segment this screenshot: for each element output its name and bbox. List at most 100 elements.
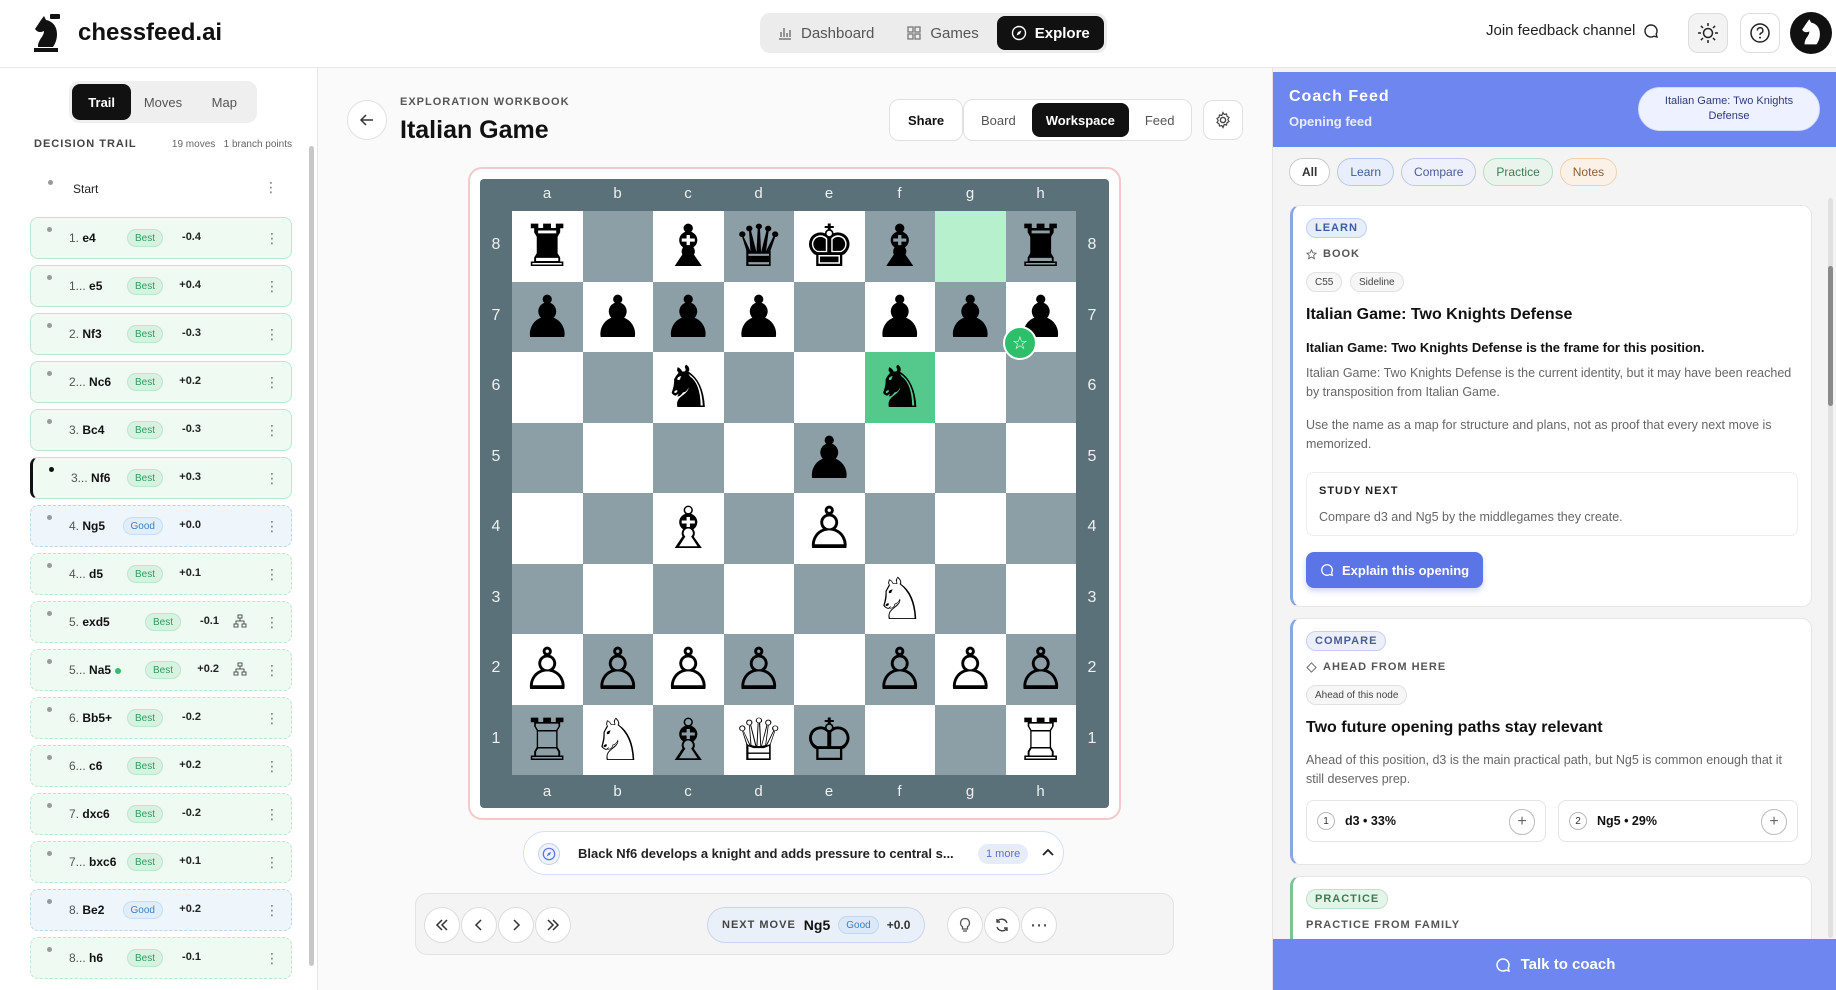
- tab-map[interactable]: Map: [195, 84, 254, 120]
- black-pawn-icon[interactable]: ♟: [724, 282, 795, 353]
- black-rook-icon[interactable]: ♜: [512, 211, 583, 282]
- trail-move-item[interactable]: 3. Bc4 Best -0.3 ⋮: [30, 409, 292, 451]
- more-vertical-icon[interactable]: ⋮: [265, 567, 279, 581]
- trail-move-item[interactable]: 4. Ng5 Good +0.0 ⋮: [30, 505, 292, 547]
- more-vertical-icon[interactable]: ⋮: [265, 903, 279, 917]
- square-b8[interactable]: [582, 211, 653, 282]
- square-e3[interactable]: [794, 563, 865, 634]
- first-move-button[interactable]: [424, 907, 460, 943]
- hint-button[interactable]: [947, 907, 983, 943]
- logo[interactable]: chessfeed.ai: [28, 12, 222, 54]
- last-move-button[interactable]: [535, 907, 571, 943]
- talk-to-coach-button[interactable]: Talk to coach: [1273, 939, 1836, 990]
- black-rook-icon[interactable]: ♜: [1006, 211, 1077, 282]
- join-feedback-link[interactable]: Join feedback channel: [1486, 22, 1659, 39]
- help-button[interactable]: [1740, 13, 1780, 53]
- square-b4[interactable]: [582, 493, 653, 564]
- trail-move-item[interactable]: 2. Nf3 Best -0.3 ⋮: [30, 313, 292, 355]
- tab-board[interactable]: Board: [967, 103, 1030, 137]
- next-move-button[interactable]: [498, 907, 534, 943]
- black-pawn-icon[interactable]: ♟: [865, 282, 936, 353]
- trail-start[interactable]: Start ⋮: [30, 168, 292, 208]
- trail-move-item[interactable]: 6. Bb5+ Best -0.2 ⋮: [30, 697, 292, 739]
- square-a5[interactable]: [512, 422, 583, 493]
- square-a3[interactable]: [512, 563, 583, 634]
- more-vertical-icon[interactable]: ⋮: [265, 663, 279, 677]
- right-scrollbar[interactable]: [1828, 198, 1833, 938]
- tab-workspace[interactable]: Workspace: [1031, 103, 1129, 137]
- square-h6[interactable]: [1005, 352, 1076, 423]
- right-scrollbar-thumb[interactable]: [1828, 266, 1833, 406]
- more-vertical-icon[interactable]: ⋮: [265, 327, 279, 341]
- flip-board-button[interactable]: [984, 907, 1020, 943]
- share-button[interactable]: Share: [889, 99, 964, 141]
- square-e2[interactable]: [794, 634, 865, 705]
- more-vertical-icon[interactable]: ⋮: [265, 471, 279, 485]
- more-vertical-icon[interactable]: ⋮: [265, 951, 279, 965]
- trail-move-item[interactable]: 3... Nf6 Best +0.3 ⋮: [30, 457, 292, 499]
- more-options-button[interactable]: ⋯: [1021, 907, 1057, 943]
- black-pawn-icon[interactable]: ♟: [583, 282, 654, 353]
- settings-button[interactable]: [1203, 100, 1243, 140]
- white-knight-icon[interactable]: ♘: [583, 705, 654, 776]
- square-b3[interactable]: [582, 563, 653, 634]
- next-move-pill[interactable]: NEXT MOVE Ng5 Good +0.0: [707, 907, 926, 943]
- more-vertical-icon[interactable]: ⋮: [265, 423, 279, 437]
- trail-move-item[interactable]: 2... Nc6 Best +0.2 ⋮: [30, 361, 292, 403]
- tab-feed[interactable]: Feed: [1131, 103, 1189, 137]
- black-knight-icon[interactable]: ♞: [865, 352, 936, 423]
- more-vertical-icon[interactable]: ⋮: [265, 807, 279, 821]
- left-scrollbar[interactable]: [309, 146, 314, 966]
- square-h5[interactable]: [1005, 422, 1076, 493]
- trail-move-item[interactable]: 1... e5 Best +0.4 ⋮: [30, 265, 292, 307]
- black-pawn-icon[interactable]: ♟: [512, 282, 583, 353]
- path-option[interactable]: 2 Ng5 • 29% +: [1558, 800, 1798, 842]
- chevron-up-icon[interactable]: [1040, 845, 1056, 861]
- white-pawn-icon[interactable]: ♙: [653, 634, 724, 705]
- trail-move-item[interactable]: 1. e4 Best -0.4 ⋮: [30, 217, 292, 259]
- more-vertical-icon[interactable]: ⋮: [265, 711, 279, 725]
- tab-moves[interactable]: Moves: [133, 84, 192, 120]
- filter-all[interactable]: All: [1289, 158, 1331, 186]
- white-rook-icon[interactable]: ♖: [1006, 705, 1077, 776]
- user-avatar[interactable]: [1790, 12, 1832, 54]
- more-vertical-icon[interactable]: ⋮: [265, 375, 279, 389]
- square-g1[interactable]: [935, 704, 1006, 775]
- square-g3[interactable]: [935, 563, 1006, 634]
- white-pawn-icon[interactable]: ♙: [935, 634, 1006, 705]
- path-option[interactable]: 1 d3 • 33% +: [1306, 800, 1546, 842]
- square-g8[interactable]: [935, 211, 1006, 282]
- black-bishop-icon[interactable]: ♝: [865, 211, 936, 282]
- square-c3[interactable]: [653, 563, 724, 634]
- trail-move-item[interactable]: 6... c6 Best +0.2 ⋮: [30, 745, 292, 787]
- square-f5[interactable]: [864, 422, 935, 493]
- square-d4[interactable]: [723, 493, 794, 564]
- square-g4[interactable]: [935, 493, 1006, 564]
- square-a6[interactable]: [512, 352, 583, 423]
- white-pawn-icon[interactable]: ♙: [865, 634, 936, 705]
- white-pawn-icon[interactable]: ♙: [1006, 634, 1077, 705]
- more-vertical-icon[interactable]: ⋮: [265, 855, 279, 869]
- black-knight-icon[interactable]: ♞: [653, 352, 724, 423]
- trail-move-item[interactable]: 7. dxc6 Best -0.2 ⋮: [30, 793, 292, 835]
- square-f4[interactable]: [864, 493, 935, 564]
- square-h4[interactable]: [1005, 493, 1076, 564]
- square-d3[interactable]: [723, 563, 794, 634]
- square-e7[interactable]: [794, 281, 865, 352]
- square-b6[interactable]: [582, 352, 653, 423]
- square-g5[interactable]: [935, 422, 1006, 493]
- theme-toggle-button[interactable]: [1688, 13, 1728, 53]
- white-pawn-icon[interactable]: ♙: [794, 493, 865, 564]
- nav-games[interactable]: Games: [892, 16, 992, 50]
- square-g6[interactable]: [935, 352, 1006, 423]
- more-vertical-icon[interactable]: ⋮: [265, 759, 279, 773]
- black-pawn-icon[interactable]: ♟: [935, 282, 1006, 353]
- square-c5[interactable]: [653, 422, 724, 493]
- filter-notes[interactable]: Notes: [1559, 158, 1618, 186]
- filter-learn[interactable]: Learn: [1337, 158, 1395, 186]
- square-e6[interactable]: [794, 352, 865, 423]
- square-b5[interactable]: [582, 422, 653, 493]
- square-d5[interactable]: [723, 422, 794, 493]
- square-d6[interactable]: [723, 352, 794, 423]
- trail-move-item[interactable]: 8. Be2 Good +0.2 ⋮: [30, 889, 292, 931]
